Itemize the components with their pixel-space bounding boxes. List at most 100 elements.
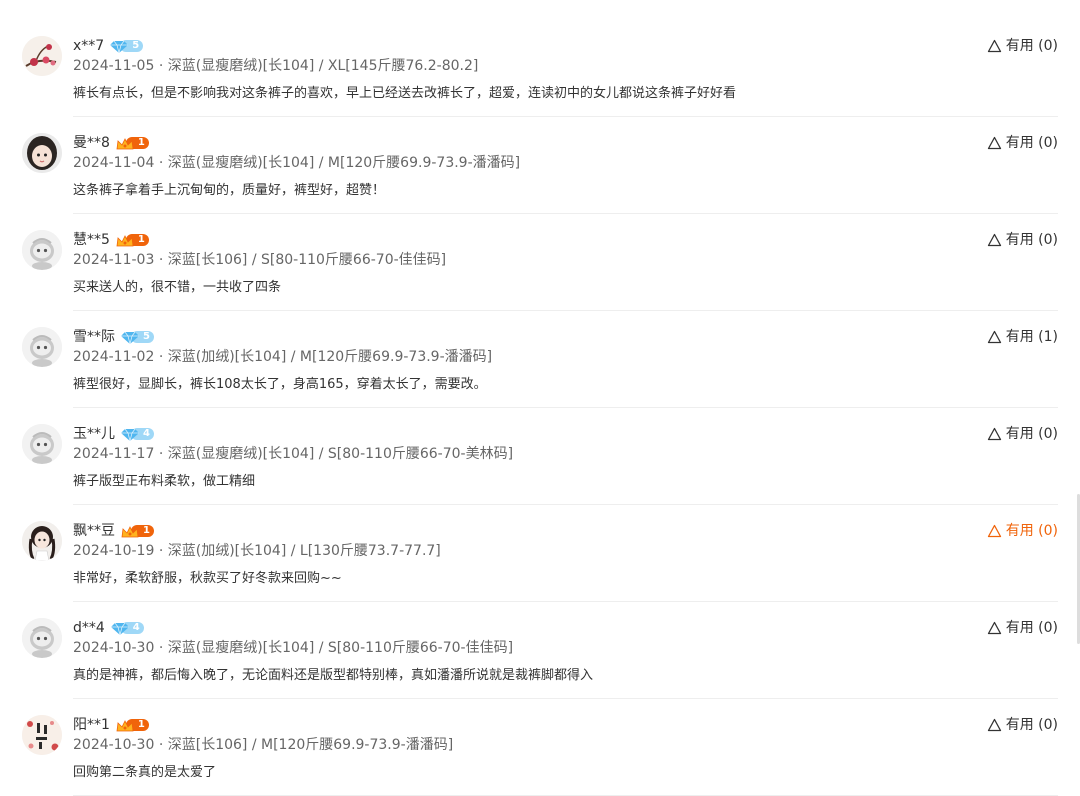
product-spec: 深蓝(显瘦磨绒)[长104] / XL[145斤腰76.2-80.2] — [167, 58, 479, 74]
meta-separator: · — [154, 155, 168, 171]
review-meta: 2024-11-03 · 深蓝[长106] / S[80-110斤腰66-70-… — [73, 250, 446, 270]
review-meta: 2024-10-19 · 深蓝(加绒)[长104] / L[130斤腰73.7-… — [73, 541, 441, 561]
helpful-icon — [987, 136, 1002, 150]
review-date: 2024-10-30 — [73, 640, 155, 656]
helpful-icon — [987, 330, 1002, 344]
username: 玉**儿 — [73, 426, 115, 442]
review-meta: 2024-11-17 · 深蓝(显瘦磨绒)[长104] / S[80-110斤腰… — [73, 444, 513, 464]
review-item: 阳**1 1 2024-10-30 · 深蓝[长106] / M[120斤腰69.9… — [0, 699, 1080, 796]
helpful-label: 有用 (0) — [1005, 620, 1058, 636]
helpful-icon — [987, 233, 1002, 247]
helpful-label: 有用 (0) — [1005, 38, 1058, 54]
review-content: 真的是神裤，都后悔入晚了，无论面料还是版型都特别棒，真如潘潘所说就是裁裤脚都得入 — [73, 668, 594, 683]
avatar[interactable] — [22, 327, 62, 367]
avatar[interactable] — [22, 36, 62, 76]
helpful-icon — [987, 39, 1002, 53]
review-meta: 2024-10-30 · 深蓝[长106] / M[120斤腰69.9-73.9… — [73, 735, 453, 755]
review-date: 2024-11-04 — [73, 155, 155, 171]
helpful-label: 有用 (0) — [1005, 523, 1058, 539]
helpful-button[interactable]: 有用 (0) — [987, 133, 1058, 153]
helpful-label: 有用 (0) — [1005, 232, 1058, 248]
review-content: 买来送人的，很不错，一共收了四条 — [73, 280, 282, 295]
diamond-icon — [110, 621, 130, 636]
username: 阳**1 — [73, 717, 110, 733]
username: 飘**豆 — [73, 523, 115, 539]
avatar[interactable] — [22, 715, 62, 755]
avatar[interactable] — [22, 618, 62, 658]
helpful-button[interactable]: 有用 (0) — [987, 618, 1058, 638]
helpful-label: 有用 (1) — [1005, 329, 1058, 345]
review-meta: 2024-11-02 · 深蓝(加绒)[长104] / M[120斤腰69.9-… — [73, 347, 492, 367]
meta-separator: · — [154, 446, 168, 462]
review-date: 2024-10-19 — [73, 543, 155, 559]
review-content: 这条裤子拿着手上沉甸甸的，质量好，裤型好，超赞！ — [73, 183, 386, 198]
crown-level-badge: 1 — [115, 136, 149, 150]
review-date: 2024-11-17 — [73, 446, 155, 462]
product-spec: 深蓝(显瘦磨绒)[长104] / S[80-110斤腰66-70-佳佳码] — [167, 640, 514, 656]
helpful-icon — [987, 524, 1002, 538]
crown-icon — [115, 233, 135, 247]
helpful-button[interactable]: 有用 (1) — [987, 327, 1058, 347]
review-item: 飘**豆 1 2024-10-19 · 深蓝(加绒)[长104] / L[130斤腰… — [0, 505, 1080, 602]
product-spec: 深蓝[长106] / S[80-110斤腰66-70-佳佳码] — [167, 252, 447, 268]
avatar[interactable] — [22, 424, 62, 464]
helpful-label: 有用 (0) — [1005, 717, 1058, 733]
review-content: 回购第二条真的是太爱了 — [73, 765, 217, 780]
crown-icon — [115, 718, 135, 732]
review-content: 裤子版型正布料柔软，做工精细 — [73, 474, 256, 489]
review-item: 雪**际 5 2024-11-02 · 深蓝(加绒)[长104] / M[120斤腰… — [0, 311, 1080, 408]
name-row: d**4 4 — [73, 618, 144, 638]
product-spec: 深蓝(加绒)[长104] / L[130斤腰73.7-77.7] — [167, 543, 441, 559]
helpful-button[interactable]: 有用 (0) — [987, 715, 1058, 735]
username: d**4 — [73, 620, 105, 636]
diamond-level-badge: 5 — [109, 39, 144, 54]
meta-separator: · — [154, 543, 168, 559]
helpful-button[interactable]: 有用 (0) — [987, 424, 1058, 444]
review-item: x**7 5 2024-11-05 · 深蓝(显瘦磨绒)[长104] / XL[14… — [0, 20, 1080, 117]
review-item: 曼**8 1 2024-11-04 · 深蓝(显瘦磨绒)[长104] / M[120… — [0, 117, 1080, 214]
review-content: 裤长有点长，但是不影响我对这条裤子的喜欢，早上已经送去改裤长了，超爱，连读初中的… — [73, 86, 737, 101]
review-date: 2024-11-02 — [73, 349, 155, 365]
name-row: 雪**际 5 — [73, 327, 154, 347]
helpful-button[interactable]: 有用 (0) — [987, 36, 1058, 56]
diamond-icon — [120, 427, 140, 442]
crown-level-badge: 1 — [120, 524, 154, 538]
review-content: 非常好，柔软舒服，秋款买了好冬款来回购~~ — [73, 571, 342, 586]
name-row: 玉**儿 4 — [73, 424, 154, 444]
helpful-button[interactable]: 有用 (0) — [987, 230, 1058, 250]
name-row: 飘**豆 1 — [73, 521, 154, 541]
review-date: 2024-11-05 — [73, 58, 155, 74]
crown-level-badge: 1 — [115, 718, 149, 732]
helpful-button[interactable]: 有用 (0) — [987, 521, 1058, 541]
avatar[interactable] — [22, 521, 62, 561]
meta-separator: · — [154, 640, 168, 656]
review-meta: 2024-11-05 · 深蓝(显瘦磨绒)[长104] / XL[145斤腰76… — [73, 56, 478, 76]
diamond-level-badge: 4 — [120, 427, 154, 442]
crown-level-badge: 1 — [115, 233, 149, 247]
crown-icon — [115, 136, 135, 150]
diamond-level-badge: 5 — [120, 330, 154, 345]
meta-separator: · — [154, 737, 168, 753]
name-row: 慧**5 1 — [73, 230, 149, 250]
product-spec: 深蓝(显瘦磨绒)[长104] / S[80-110斤腰66-70-美林码] — [167, 446, 514, 462]
name-row: 曼**8 1 — [73, 133, 149, 153]
avatar[interactable] — [22, 133, 62, 173]
review-item: 慧**5 1 2024-11-03 · 深蓝[长106] / S[80-110斤腰6… — [0, 214, 1080, 311]
review-content: 裤型很好，显脚长，裤长108太长了，身高165，穿着太长了，需要改。 — [73, 377, 487, 392]
review-date: 2024-11-03 — [73, 252, 155, 268]
review-item: 玉**儿 4 2024-11-17 · 深蓝(显瘦磨绒)[长104] / S[80-… — [0, 408, 1080, 505]
review-meta: 2024-10-30 · 深蓝(显瘦磨绒)[长104] / S[80-110斤腰… — [73, 638, 513, 658]
product-spec: 深蓝(显瘦磨绒)[长104] / M[120斤腰69.9-73.9-潘潘码] — [167, 155, 521, 171]
username: 慧**5 — [73, 232, 110, 248]
helpful-icon — [987, 621, 1002, 635]
meta-separator: · — [154, 349, 168, 365]
avatar[interactable] — [22, 230, 62, 270]
crown-icon — [120, 524, 140, 538]
product-spec: 深蓝(加绒)[长104] / M[120斤腰69.9-73.9-潘潘码] — [167, 349, 493, 365]
diamond-icon — [109, 39, 129, 54]
name-row: x**7 5 — [73, 36, 144, 56]
diamond-icon — [120, 330, 140, 345]
username: 雪**际 — [73, 329, 115, 345]
meta-separator: · — [154, 252, 168, 268]
meta-separator: · — [154, 58, 168, 74]
